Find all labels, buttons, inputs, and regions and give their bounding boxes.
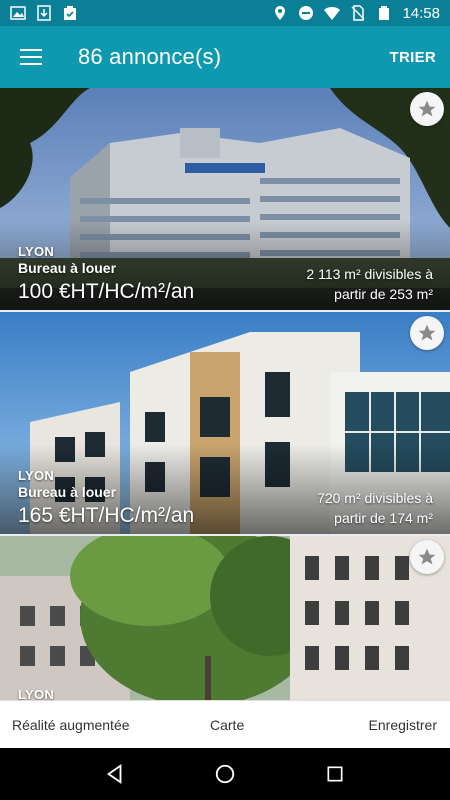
listing-type: Bureau à louer bbox=[18, 260, 117, 276]
back-triangle-icon bbox=[106, 764, 122, 784]
listing-card[interactable]: LYON bbox=[0, 536, 450, 700]
system-nav-bar bbox=[0, 748, 450, 800]
back-button[interactable] bbox=[95, 754, 135, 794]
bottom-action-bar: Réalité augmentée Carte Enregistrer bbox=[0, 700, 450, 748]
favorite-button[interactable] bbox=[410, 540, 444, 574]
favorite-button[interactable] bbox=[410, 92, 444, 126]
wifi-icon bbox=[324, 5, 341, 21]
listing-city: LYON bbox=[18, 244, 55, 259]
do-not-disturb-icon bbox=[298, 5, 314, 21]
save-search-button[interactable]: Enregistrer bbox=[369, 717, 437, 733]
hamburger-menu-icon bbox=[20, 49, 42, 65]
favorite-button[interactable] bbox=[410, 316, 444, 350]
page-title: 86 annonce(s) bbox=[78, 44, 222, 69]
listing-city: LYON bbox=[18, 687, 55, 700]
map-button[interactable]: Carte bbox=[210, 717, 244, 733]
star-icon bbox=[418, 548, 436, 565]
listing-card[interactable]: LYON Bureau à louer 100 €HT/HC/m²/an 2 1… bbox=[0, 88, 450, 310]
listing-city: LYON bbox=[18, 468, 55, 483]
battery-icon bbox=[376, 5, 392, 21]
location-icon bbox=[272, 5, 288, 21]
download-icon bbox=[36, 5, 52, 21]
app-bar: 86 annonce(s) TRIER bbox=[0, 26, 450, 88]
menu-button[interactable] bbox=[0, 26, 62, 88]
star-icon bbox=[418, 324, 436, 341]
listing-surface: 720 m² divisibles à bbox=[317, 490, 433, 506]
listing-photo bbox=[0, 536, 450, 700]
recents-button[interactable] bbox=[315, 754, 355, 794]
home-button[interactable] bbox=[205, 754, 245, 794]
listing-price: 165 €HT/HC/m²/an bbox=[18, 504, 195, 527]
listing-min-surface: partir de 253 m² bbox=[334, 286, 433, 302]
status-bar: 14:58 bbox=[0, 0, 450, 26]
listing-list[interactable]: LYON Bureau à louer 100 €HT/HC/m²/an 2 1… bbox=[0, 88, 450, 700]
listing-surface: 2 113 m² divisibles à bbox=[306, 266, 433, 282]
no-sim-icon bbox=[350, 5, 366, 21]
clock: 14:58 bbox=[402, 4, 440, 22]
listing-price: 100 €HT/HC/m²/an bbox=[18, 280, 195, 303]
clipboard-check-icon bbox=[62, 5, 78, 21]
listing-type: Bureau à louer bbox=[18, 484, 117, 500]
recents-square-icon bbox=[327, 766, 343, 782]
listing-min-surface: partir de 174 m² bbox=[334, 510, 433, 526]
sort-button[interactable]: TRIER bbox=[390, 49, 437, 66]
star-icon bbox=[418, 100, 436, 117]
image-icon bbox=[10, 5, 26, 21]
augmented-reality-button[interactable]: Réalité augmentée bbox=[12, 717, 130, 733]
home-circle-icon bbox=[215, 764, 235, 784]
listing-card[interactable]: LYON Bureau à louer 165 €HT/HC/m²/an 720… bbox=[0, 312, 450, 534]
